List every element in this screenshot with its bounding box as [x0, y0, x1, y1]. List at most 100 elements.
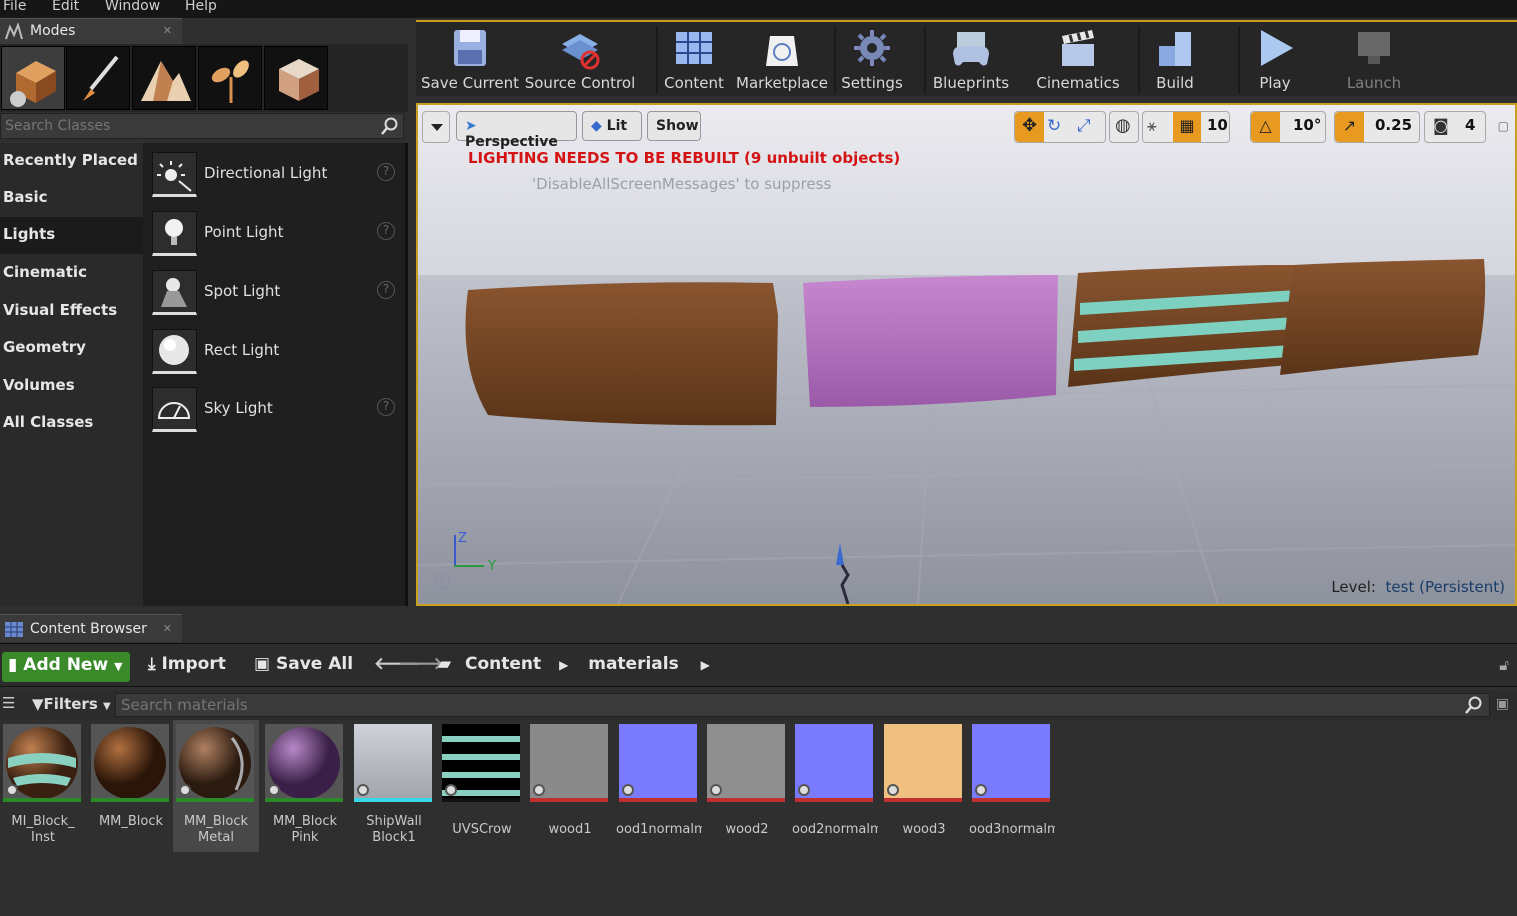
material-badge-icon: [357, 784, 369, 796]
content-button[interactable]: Content: [660, 22, 728, 98]
landscape-mode-button[interactable]: [132, 46, 196, 110]
settings-button[interactable]: Settings: [838, 22, 906, 98]
marketplace-label: Marketplace: [736, 74, 828, 92]
asset-type-bar: [795, 798, 873, 802]
search-classes-box: [0, 113, 404, 139]
texture-badge-icon: [445, 784, 457, 796]
launch-button[interactable]: Launch: [1340, 22, 1408, 98]
menu-window[interactable]: Window: [105, 0, 160, 14]
source-control-button[interactable]: Source Control: [524, 22, 636, 98]
asset-tile-wood3-normal[interactable]: ood3normalma: [969, 720, 1055, 852]
play-button[interactable]: Play: [1242, 22, 1308, 98]
divider: [656, 26, 658, 94]
search-materials-input[interactable]: [121, 696, 1421, 714]
move-tool-icon[interactable]: ✥: [1015, 112, 1044, 142]
asset-tile-mm-block-metal[interactable]: MM_Block Metal: [173, 720, 259, 852]
breadcrumb-content[interactable]: Content: [465, 654, 541, 674]
chevron-right-icon[interactable]: ▶: [559, 658, 568, 672]
foliage-mode-button[interactable]: [198, 46, 262, 110]
marketplace-button[interactable]: Marketplace: [734, 22, 830, 98]
category-cinematic[interactable]: Cinematic: [0, 255, 143, 292]
asset-tile-wood3[interactable]: wood3: [881, 720, 967, 852]
paint-mode-button[interactable]: [66, 46, 130, 110]
list-item-point-light[interactable]: Point Light ?: [151, 209, 401, 259]
lock-icon[interactable]: 🔓︎: [1499, 656, 1509, 674]
filters-button[interactable]: ▼Filters ▼: [32, 695, 111, 713]
sources-toggle-icon[interactable]: ☰: [2, 694, 15, 712]
asset-tile-shipwall-block1[interactable]: ShipWall Block1: [351, 720, 437, 852]
grid-snap-value[interactable]: 10: [1207, 116, 1228, 134]
place-mode-button[interactable]: [1, 46, 65, 110]
asset-name: wood1: [548, 822, 592, 837]
modes-tab[interactable]: Modes ✕: [0, 18, 182, 44]
rotation-snap-icon[interactable]: △: [1251, 112, 1280, 142]
lit-button[interactable]: ◆ Lit: [582, 111, 642, 141]
menu-edit[interactable]: Edit: [52, 0, 79, 14]
launch-label: Launch: [1346, 74, 1402, 92]
forward-button[interactable]: 🡒: [398, 654, 444, 674]
surface-snap-icon[interactable]: ⚹: [1147, 116, 1157, 136]
save-all-button[interactable]: ▣ Save All: [254, 654, 353, 674]
camera-speed-control[interactable]: ◙ 4: [1424, 111, 1486, 143]
search-icon[interactable]: [381, 117, 399, 135]
build-button[interactable]: Build: [1142, 22, 1208, 98]
search-icon[interactable]: [1465, 696, 1483, 714]
add-new-button[interactable]: ▮ Add New ▼: [2, 652, 130, 682]
category-basic[interactable]: Basic: [0, 180, 143, 217]
perspective-button[interactable]: ➤ Perspective: [456, 111, 577, 150]
category-geometry[interactable]: Geometry: [0, 330, 143, 367]
maximize-viewport-icon[interactable]: ▢: [1498, 119, 1509, 133]
clapperboard-icon: [1062, 30, 1094, 66]
grid-snap-icon[interactable]: ▦: [1173, 112, 1201, 142]
menu-file[interactable]: File: [3, 0, 26, 14]
category-recently-placed[interactable]: Recently Placed: [0, 143, 143, 180]
content-browser-tab[interactable]: Content Browser ✕: [0, 614, 182, 642]
import-button[interactable]: ⤓ Import: [148, 654, 226, 674]
asset-tile-wood1-normal[interactable]: ood1normalma: [616, 720, 702, 852]
menu-help[interactable]: Help: [185, 0, 217, 14]
category-all-classes[interactable]: All Classes: [0, 405, 143, 442]
asset-tile-mm-block-pink[interactable]: MM_Block Pink: [262, 720, 348, 852]
help-icon[interactable]: ?: [377, 222, 395, 240]
category-volumes[interactable]: Volumes: [0, 368, 143, 405]
search-materials-box: [115, 693, 1490, 717]
chevron-right-icon[interactable]: ▶: [701, 658, 710, 672]
category-visual-effects[interactable]: Visual Effects: [0, 293, 143, 330]
texture-badge-icon: [710, 784, 722, 796]
list-item-directional-light[interactable]: Directional Light ?: [151, 150, 401, 200]
close-icon[interactable]: ✕: [163, 622, 172, 635]
save-search-icon[interactable]: ▣: [1496, 696, 1509, 712]
blueprints-button[interactable]: Blueprints: [928, 22, 1014, 98]
asset-tile-wood2-normal[interactable]: ood2normalma: [792, 720, 878, 852]
cinematics-button[interactable]: Cinematics: [1030, 22, 1126, 98]
breadcrumb-materials[interactable]: materials: [588, 654, 678, 674]
category-lights[interactable]: Lights: [0, 217, 143, 254]
asset-tile-wood1[interactable]: wood1: [527, 720, 613, 852]
scale-snap-value[interactable]: 0.25: [1375, 116, 1412, 134]
asset-tile-mm-block[interactable]: MM_Block: [88, 720, 174, 852]
world-local-toggle[interactable]: ◍: [1109, 111, 1139, 143]
show-button[interactable]: Show: [647, 111, 701, 141]
spot-light-icon: [152, 270, 197, 315]
scale-tool-icon[interactable]: ⤢: [1077, 116, 1091, 136]
asset-tile-uvscrow[interactable]: UVSCrow: [439, 720, 525, 852]
asset-tile-wood2[interactable]: wood2: [704, 720, 790, 852]
help-icon[interactable]: ?: [434, 573, 450, 589]
help-icon[interactable]: ?: [377, 398, 395, 416]
save-current-button[interactable]: Save Current: [420, 22, 520, 98]
asset-name: wood3: [902, 822, 946, 837]
list-item-spot-light[interactable]: Spot Light ?: [151, 268, 401, 318]
list-item-rect-light[interactable]: Rect Light: [151, 327, 401, 377]
asset-tile-mi-block-inst[interactable]: MI_Block_ Inst: [0, 720, 86, 852]
level-viewport[interactable]: ➤ Perspective ◆ Lit Show ✥ ↻ ⤢ ◍ ⚹ ▦ 10 …: [416, 103, 1517, 606]
list-item-sky-light[interactable]: Sky Light ?: [151, 385, 401, 435]
viewport-options-button[interactable]: [422, 111, 450, 143]
close-icon[interactable]: ✕: [163, 24, 172, 37]
scale-snap-icon[interactable]: ↗: [1335, 112, 1364, 142]
help-icon[interactable]: ?: [377, 281, 395, 299]
geometry-mode-button[interactable]: [264, 46, 328, 110]
search-classes-input[interactable]: [5, 117, 375, 135]
rotation-snap-value[interactable]: 10°: [1293, 116, 1321, 134]
help-icon[interactable]: ?: [377, 163, 395, 181]
rotate-tool-icon[interactable]: ↻: [1047, 116, 1061, 136]
